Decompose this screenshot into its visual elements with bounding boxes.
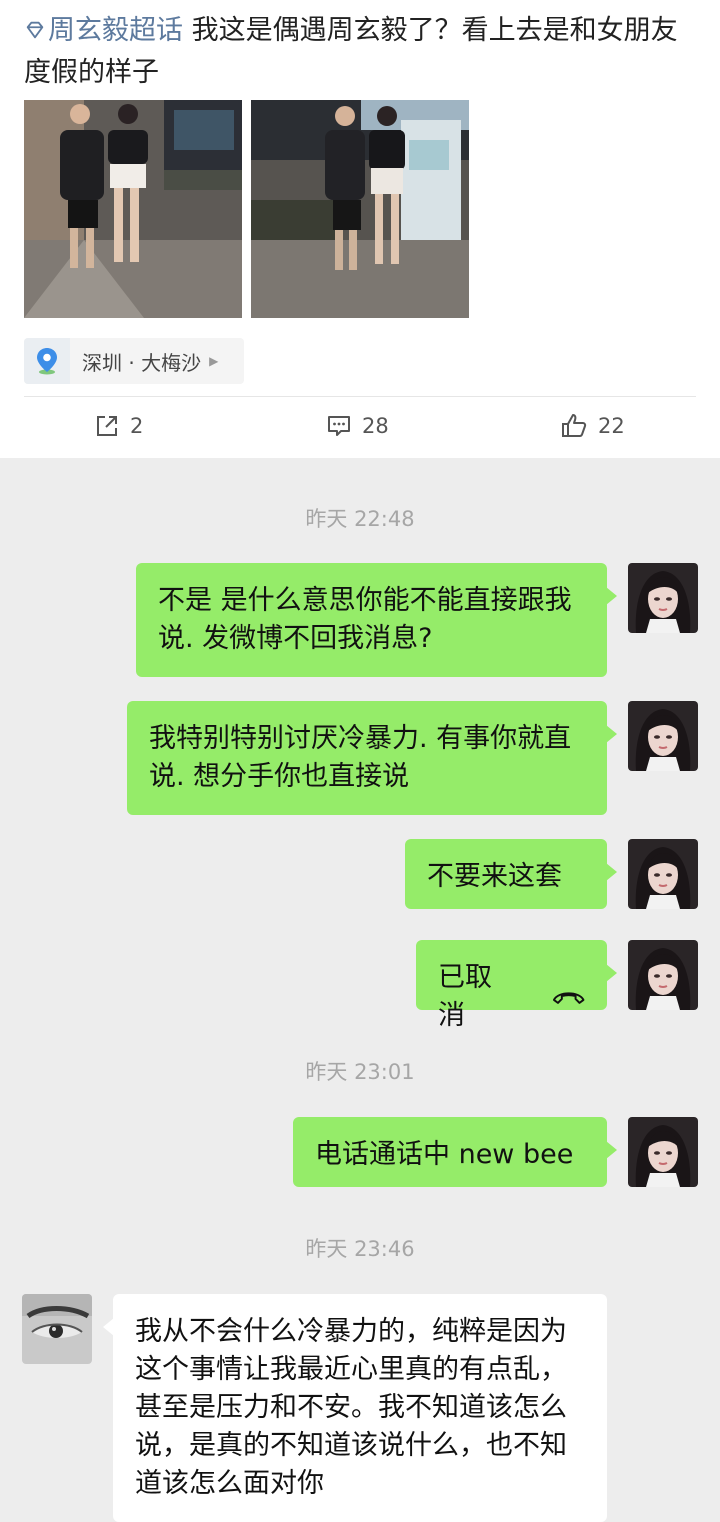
lobby-photo-image xyxy=(251,100,469,318)
my-avatar[interactable] xyxy=(628,1117,698,1187)
message-bubble-received[interactable]: 我从不会什么冷暴力的，纯粹是因为这个事情让我最近心里真的有点乱，甚至是压力和不安… xyxy=(103,1294,607,1522)
my-avatar[interactable] xyxy=(628,839,698,909)
female-avatar-image xyxy=(628,563,698,633)
post-text: 周玄毅超话 我这是偶遇周玄毅了？看上去是和女朋友度假的样子 xyxy=(24,10,704,94)
call-record-bubble[interactable]: 已取消 xyxy=(416,940,617,1031)
chat-timestamp: 昨天 23:01 xyxy=(305,1060,415,1084)
call-record-row: 已取消 xyxy=(438,959,585,1035)
comment-icon xyxy=(328,416,350,436)
message-bubble-sent[interactable]: 不要来这套 xyxy=(405,839,617,909)
contact-avatar[interactable] xyxy=(22,1294,92,1364)
female-avatar-image xyxy=(628,1117,698,1187)
message-bubble-sent[interactable]: 电话通话中 new bee xyxy=(293,1117,617,1187)
weibo-post: 周玄毅超话 我这是偶遇周玄毅了？看上去是和女朋友度假的样子 深圳 · 大梅沙 ▶… xyxy=(0,0,720,458)
chat-timestamp: 昨天 23:46 xyxy=(305,1237,415,1261)
thumbs-up-icon xyxy=(562,414,587,437)
comment-button[interactable]: 28 xyxy=(326,408,389,444)
like-count: 22 xyxy=(598,414,625,438)
share-button[interactable]: 2 xyxy=(94,408,143,444)
my-avatar[interactable] xyxy=(628,563,698,633)
share-count: 2 xyxy=(130,414,144,438)
female-avatar-image xyxy=(628,701,698,771)
my-avatar[interactable] xyxy=(628,940,698,1010)
topic-label: 周玄毅超话 xyxy=(48,15,183,46)
share-icon xyxy=(97,416,117,436)
message-bubble-sent[interactable]: 我特别特别讨厌冷暴力. 有事你就直说. 想分手你也直接说 xyxy=(127,701,617,815)
lobby-photo-image xyxy=(24,100,242,318)
location-icon-box xyxy=(24,338,70,384)
comment-count: 28 xyxy=(362,414,389,438)
location-pin-icon xyxy=(37,348,57,375)
call-cancelled-icon xyxy=(552,992,585,1004)
chat-timestamp: 昨天 22:48 xyxy=(305,507,415,531)
location-label: 深圳 · 大梅沙 xyxy=(82,350,202,375)
call-status-label: 已取消 xyxy=(438,962,492,1031)
post-photo-2[interactable] xyxy=(251,100,469,318)
message-bubble-sent[interactable]: 不是 是什么意思你能不能直接跟我说. 发微博不回我消息? xyxy=(136,563,617,677)
super-topic-link[interactable]: 周玄毅超话 xyxy=(24,15,183,46)
my-avatar[interactable] xyxy=(628,701,698,771)
divider xyxy=(24,396,696,397)
female-avatar-image xyxy=(628,940,698,1010)
eye-avatar-image xyxy=(22,1294,92,1364)
like-button[interactable]: 22 xyxy=(560,408,625,444)
location-tag[interactable]: 深圳 · 大梅沙 ▶ xyxy=(24,338,244,384)
post-photo-1[interactable] xyxy=(24,100,242,318)
diamond-icon xyxy=(26,21,44,39)
female-avatar-image xyxy=(628,839,698,909)
chevron-right-icon: ▶ xyxy=(209,354,219,368)
